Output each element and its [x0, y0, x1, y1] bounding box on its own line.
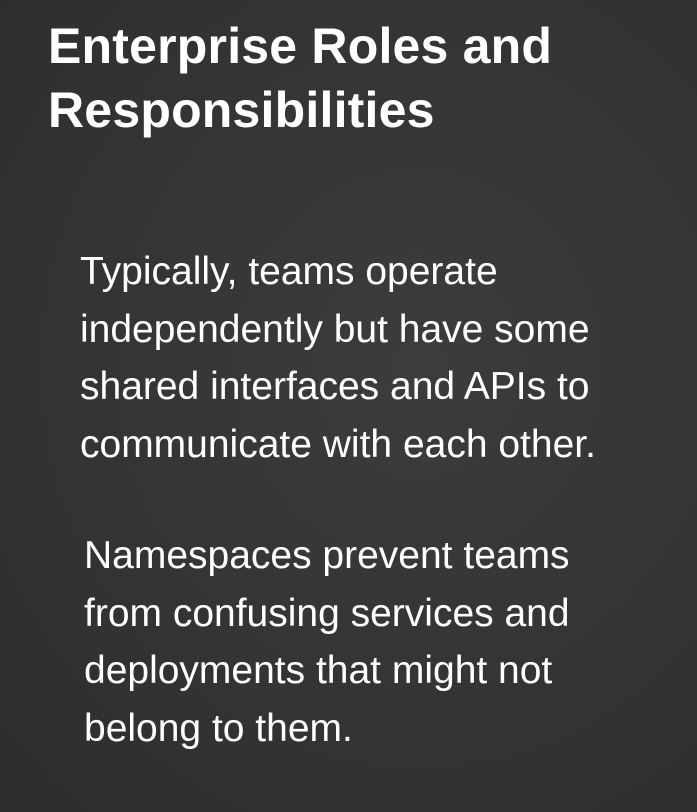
paragraph-line: deployments that might not	[84, 649, 553, 692]
paragraph-line: independently but have some	[80, 307, 590, 351]
slide-title-line: Responsibilities	[48, 82, 435, 138]
slide-title: Enterprise Roles and Responsibilities	[48, 14, 688, 142]
body-paragraph-namespaces: Namespaces prevent teams from confusing …	[84, 527, 692, 757]
slide-title-line: Enterprise Roles and	[48, 18, 553, 74]
body-paragraph-teams: Typically, teams operate independently b…	[80, 243, 692, 473]
paragraph-line: Typically, teams operate	[80, 250, 498, 293]
paragraph-line: shared interfaces and APIs to	[80, 365, 590, 408]
presentation-slide: Enterprise Roles and Responsibilities Ty…	[0, 0, 697, 812]
paragraph-line: belong to them.	[84, 706, 353, 750]
paragraph-line: communicate with each other.	[80, 422, 596, 466]
paragraph-line: Namespaces prevent teams	[84, 534, 570, 577]
paragraph-line: from confusing services and	[84, 591, 570, 635]
